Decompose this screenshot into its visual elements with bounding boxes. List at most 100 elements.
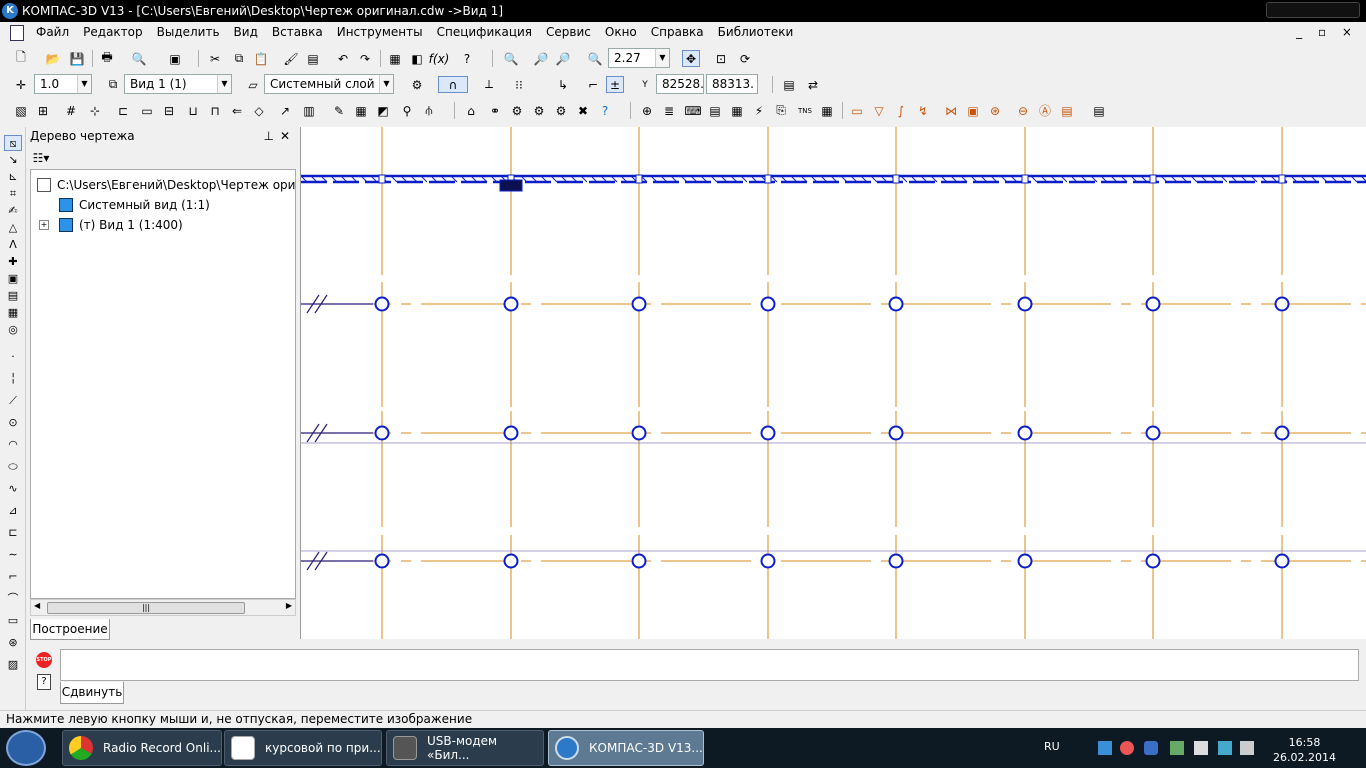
keyboard-icon[interactable]: ⌨ [684,102,702,119]
contour-icon[interactable]: ⊛ [4,635,22,651]
tab-pan[interactable]: Сдвинуть [60,682,124,704]
grid-icon[interactable]: ⁝⁝ [510,76,528,93]
tree-node-view1[interactable]: + (т) Вид 1 (1:400) [39,218,183,232]
arch-icon[interactable]: ◎ [4,322,22,338]
coord-y-field[interactable]: 88313. [706,74,758,94]
circle-icon[interactable]: ⊙ [4,415,22,431]
table-grid-icon[interactable]: ▦ [728,102,746,119]
window-tool-icon[interactable]: ▭ [848,102,866,119]
antivirus-icon[interactable] [1120,741,1134,755]
insert-view-icon[interactable]: ⊕ [638,102,656,119]
new-document-icon[interactable]: 🗋 [12,50,30,67]
legend-icon[interactable]: ▤ [1058,102,1076,119]
report-icon[interactable]: ▤ [1090,102,1108,119]
point-icon[interactable]: · [4,349,22,365]
chevron-down-icon[interactable]: ▼ [379,75,393,93]
label-a-icon[interactable]: Ⓐ [1036,102,1054,119]
reports-icon[interactable]: ▣ [4,271,22,287]
door-tool-icon[interactable]: ▽ [870,102,888,119]
grid-tool-icon[interactable]: # [62,102,80,119]
gauge-icon[interactable]: ⊛ [986,102,1004,119]
print-icon[interactable]: 🖶 [98,50,116,67]
help-icon[interactable]: ? [37,674,51,690]
layer-combo[interactable]: Системный слой (▼ [264,74,394,94]
leader-icon[interactable]: ⊔ [184,102,202,119]
aux-line-icon[interactable]: ╎ [4,371,22,387]
zoom-scale-icon[interactable]: 🔍 [586,50,604,67]
view-manager-icon[interactable]: ▦ [386,50,404,67]
menu-specification[interactable]: Спецификация [437,25,532,39]
designation-icon[interactable]: ⊾ [4,169,22,185]
formula-icon[interactable]: f(x) [429,50,450,67]
network-icon[interactable] [1098,741,1112,755]
diamond-icon[interactable]: ◇ [250,102,268,119]
volume-icon[interactable] [1240,741,1254,755]
local-cs-icon[interactable]: ↳ [554,76,572,93]
layer-icon[interactable]: ▱ [244,76,262,93]
stop-icon[interactable]: STOP [36,652,52,668]
triangle-symbol-icon[interactable]: ⊖ [1014,102,1032,119]
close-icon[interactable]: ✕ [280,127,290,145]
ortho-mode-icon[interactable]: ⌐ [584,76,602,93]
document-window-controls[interactable]: _ ▫ × [1296,25,1358,39]
pan-icon[interactable]: ✥ [682,50,700,67]
arrow-tool-icon[interactable]: ⇐ [228,102,246,119]
document-icon[interactable] [10,25,24,41]
round-icon[interactable]: ± [606,76,624,93]
table-tool-icon[interactable]: ▥ [300,102,318,119]
view-icon[interactable]: ⧉ [104,76,122,93]
scroll-left-icon[interactable]: ◀ [34,601,40,610]
geometry-icon[interactable]: ⧅ [4,135,22,151]
segment-icon[interactable]: ⟋ [4,393,22,409]
connect-icon[interactable]: ⚙ [552,102,570,119]
spreadsheet-icon[interactable]: ▦ [352,102,370,119]
menu-insert[interactable]: Вставка [272,25,323,39]
hatch-icon[interactable]: ▧ [12,102,30,119]
zoom-out-icon[interactable]: 🔎 [554,50,572,67]
start-button[interactable] [6,730,46,766]
bend-tool-icon[interactable]: ↯ [914,102,932,119]
edit-icon[interactable]: ⌗ [4,186,22,202]
ellipse-icon[interactable]: ⬭ [4,459,22,475]
stamp-tool-icon[interactable]: ⎘ [772,102,790,119]
drawing-canvas[interactable] [300,127,1366,639]
scroll-thumb[interactable]: ||| [47,602,245,614]
coordinates-icon[interactable]: Y [636,76,654,93]
menu-window[interactable]: Окно [605,25,637,39]
layers-tool-icon[interactable]: ≣ [660,102,678,119]
preview-icon[interactable]: 🔍 [130,50,148,67]
wifi-icon[interactable] [1218,741,1232,755]
library-icon[interactable]: ⌂ [462,102,480,119]
spline-icon[interactable]: ∼ [4,547,22,563]
document-props-icon[interactable]: ▤ [780,76,798,93]
network-icon[interactable]: ⚙ [530,102,548,119]
spec-icon[interactable]: ✚ [4,254,22,270]
language-indicator[interactable]: RU [1044,740,1060,753]
pipe-tool-icon[interactable]: ∫ [892,102,910,119]
tree-node-system-view[interactable]: Системный вид (1:1) [59,198,210,212]
wall-grid-icon[interactable]: ▦ [818,102,836,119]
orthogonal-icon[interactable]: ⟂ [480,76,498,93]
tns-icon[interactable]: TNS [796,102,814,119]
menu-service[interactable]: Сервис [546,25,591,39]
chamfer-icon[interactable]: ⌐ [4,569,22,585]
taskbar-item-chrome[interactable]: Radio Record Onli... [62,730,222,766]
param-icon[interactable]: ✍ [4,203,22,219]
polyline-icon[interactable]: ⊿ [4,503,22,519]
select-icon[interactable]: Λ [4,237,22,253]
taskbar-item-word[interactable]: курсовой по при... [224,730,382,766]
rectangle-icon[interactable]: ▭ [4,613,22,629]
tree-view-mode-icon[interactable]: ☷▾ [32,149,50,166]
tree-node-document[interactable]: C:\Users\Евгений\Desktop\Чертеж оригинал [37,178,295,192]
menu-select[interactable]: Выделить [157,25,220,39]
window-controls[interactable] [1266,2,1360,18]
symbol-icon[interactable]: ▭ [138,102,156,119]
layers-icon[interactable]: ◧ [408,50,426,67]
menu-file[interactable]: Файл [36,25,69,39]
change-icon[interactable]: ⇄ [804,76,822,93]
redo-icon[interactable]: ↷ [356,50,374,67]
section-icon[interactable]: ⊟ [160,102,178,119]
bolt-icon[interactable]: ⚡ [750,102,768,119]
hatch-tool-icon[interactable]: ▨ [4,657,22,673]
menu-help[interactable]: Справка [651,25,704,39]
